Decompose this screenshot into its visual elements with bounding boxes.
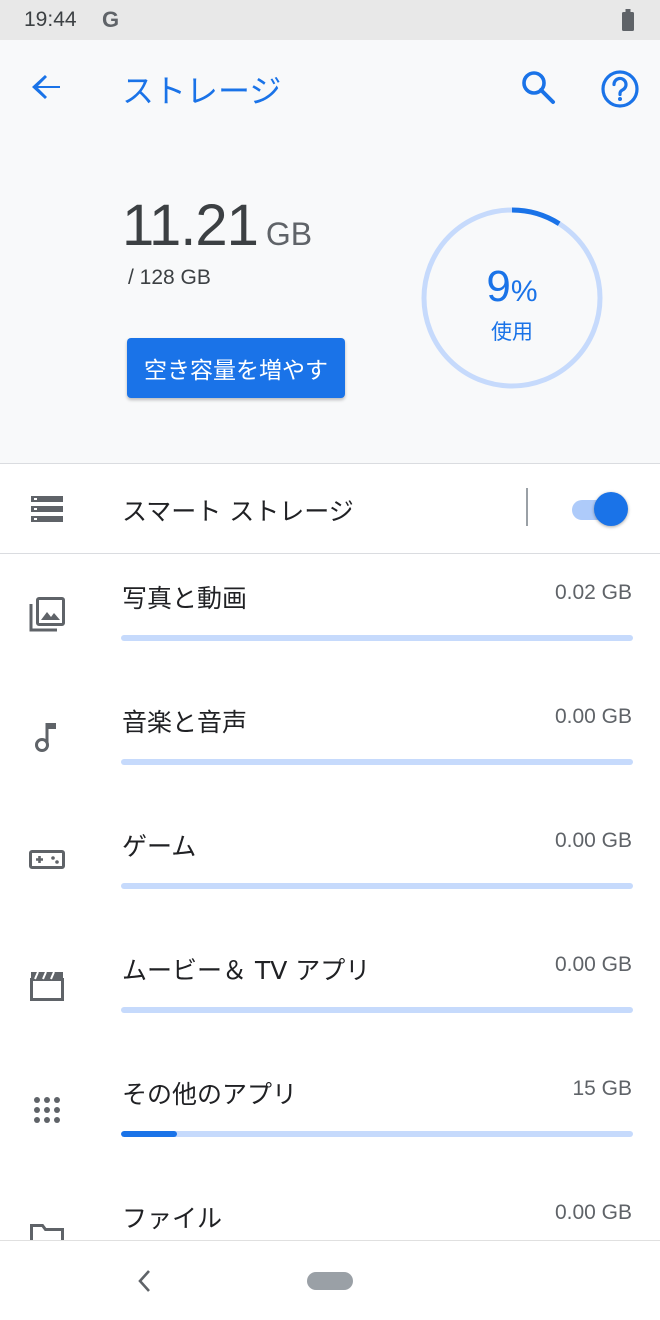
category-label: ファイル — [122, 1204, 223, 1233]
usage-percent-value: 9 — [486, 262, 511, 311]
smart-storage-row[interactable]: スマート ストレージ — [0, 464, 660, 554]
battery-icon — [622, 9, 634, 31]
category-label: 写真と動画 — [122, 584, 248, 613]
category-usage-fill — [121, 1131, 178, 1137]
page-title: ストレージ — [122, 72, 282, 110]
apps-grid-icon — [34, 1097, 60, 1123]
movie-icon — [30, 971, 64, 1001]
category-usage-bar — [121, 1131, 633, 1137]
smart-storage-toggle[interactable] — [572, 492, 630, 528]
status-time: 19:44 — [24, 8, 77, 31]
category-size: 0.00 GB — [554, 1201, 632, 1224]
used-value: 11.21 — [122, 193, 259, 258]
status-bar: 19:44 G — [0, 0, 660, 40]
divider — [526, 488, 528, 526]
category-other-apps[interactable]: その他のアプリ 15 GB — [0, 1051, 660, 1175]
help-icon[interactable] — [598, 67, 642, 111]
category-games[interactable]: ゲーム 0.00 GB — [0, 803, 660, 927]
category-list: 写真と動画 0.02 GB 音楽と音声 0.00 GB ゲーム 0.00 GB — [0, 555, 660, 1240]
category-music-audio[interactable]: 音楽と音声 0.00 GB — [0, 679, 660, 803]
nav-back-icon[interactable] — [132, 1267, 156, 1295]
storage-summary: ストレージ 11.21 GB / 128 GB 空き容量を増やす 9% 使用 — [0, 40, 660, 464]
google-g-icon: G — [102, 7, 120, 32]
usage-percent-sign: % — [510, 275, 538, 308]
category-usage-bar — [121, 1007, 633, 1013]
category-movies-tv[interactable]: ムービー＆ TV アプリ 0.00 GB — [0, 927, 660, 1051]
category-files[interactable]: ファイル 0.00 GB — [0, 1175, 660, 1240]
smart-storage-label: スマート ストレージ — [122, 497, 354, 526]
usage-label: 使用 — [491, 320, 533, 344]
category-label: その他のアプリ — [122, 1080, 298, 1109]
category-size: 0.00 GB — [554, 705, 632, 728]
usage-percent: 9% — [420, 262, 604, 312]
total-storage: / 128 GB — [128, 266, 211, 289]
photo-library-icon — [29, 597, 65, 632]
navigation-bar — [0, 1240, 660, 1320]
category-size: 0.00 GB — [554, 829, 632, 852]
category-usage-bar — [121, 759, 633, 765]
category-label: ゲーム — [122, 832, 197, 861]
back-arrow-icon[interactable] — [26, 67, 66, 107]
category-photos-videos[interactable]: 写真と動画 0.02 GB — [0, 555, 660, 679]
category-label: 音楽と音声 — [122, 708, 248, 737]
category-label: ムービー＆ TV アプリ — [122, 956, 371, 985]
toggle-knob — [594, 492, 628, 526]
category-usage-bar — [121, 883, 633, 889]
used-unit: GB — [265, 216, 313, 252]
search-icon[interactable] — [518, 67, 558, 107]
category-size: 0.02 GB — [554, 581, 632, 604]
folder-icon — [30, 1224, 64, 1240]
free-up-space-button[interactable]: 空き容量を増やす — [127, 338, 345, 398]
category-usage-bar — [121, 635, 633, 641]
music-note-icon — [35, 723, 56, 752]
category-size: 15 GB — [572, 1077, 632, 1100]
storage-list-icon — [31, 496, 63, 522]
used-storage: 11.21 GB — [122, 192, 312, 259]
category-size: 0.00 GB — [554, 953, 632, 976]
gamepad-icon — [29, 850, 65, 869]
nav-home-pill[interactable] — [307, 1272, 353, 1290]
